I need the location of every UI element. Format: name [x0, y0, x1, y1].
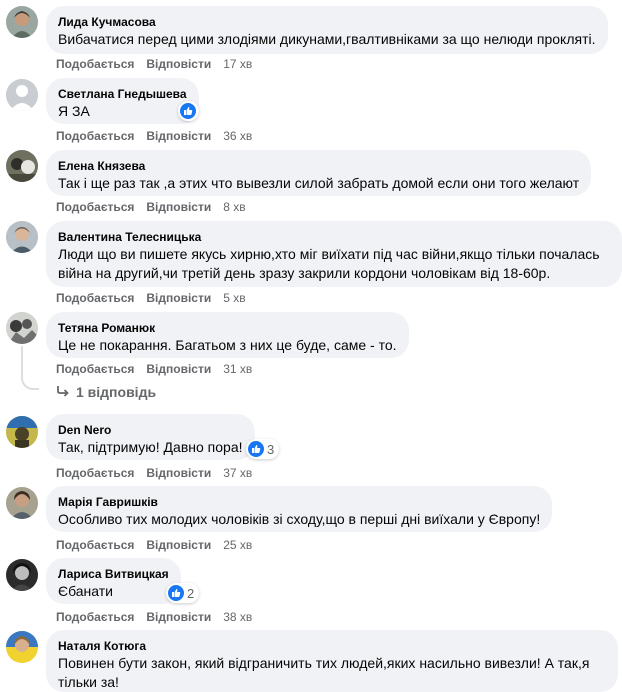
reply-button[interactable]: Відповісти	[146, 610, 211, 624]
like-icon	[248, 441, 264, 457]
reply-button[interactable]: Відповісти	[146, 538, 211, 552]
comment-time[interactable]: 37 хв	[223, 466, 252, 480]
comment-actions: Подобається Відповісти 36 хв	[56, 128, 252, 144]
comment-text: Люди що ви пишете якусь хирню,хто міг ви…	[58, 246, 600, 281]
like-button[interactable]: Подобається	[56, 362, 134, 376]
comment-time[interactable]: 38 хв	[223, 610, 252, 624]
comment-text: Особливо тих молодих чоловіків зі сходу,…	[58, 511, 541, 527]
avatar[interactable]	[6, 221, 38, 253]
comment-time[interactable]: 31 хв	[223, 362, 252, 376]
replies-count-label[interactable]: 1 відповідь	[76, 384, 156, 400]
comment-text: Так і ще раз так ,а этих что вывезли сил…	[58, 175, 580, 191]
comment-author[interactable]: Лариса Витвицкая	[58, 566, 169, 582]
comment-author[interactable]: Елена Князева	[58, 158, 579, 174]
like-button[interactable]: Подобається	[56, 200, 134, 214]
reply-button[interactable]: Відповісти	[146, 362, 211, 376]
comment-actions: Подобається Відповісти 31 хв	[56, 361, 252, 377]
comment-author[interactable]: Лида Кучмасова	[58, 14, 596, 30]
reaction-count: 2	[187, 585, 195, 601]
reply-button[interactable]: Відповісти	[146, 466, 211, 480]
like-button[interactable]: Подобається	[56, 291, 134, 305]
comment-bubble: Марія Гавришків Особливо тих молодих чол…	[46, 486, 553, 532]
comment-time[interactable]: 25 хв	[223, 538, 252, 552]
comment-text: Єбанати	[58, 583, 113, 599]
like-button[interactable]: Подобається	[56, 57, 134, 71]
comment-bubble: Елена Князева Так і ще раз так ,а этих ч…	[46, 150, 592, 196]
avatar[interactable]	[6, 631, 38, 663]
comment-bubble: Наталя Котюга Повинен бути закон, який в…	[46, 630, 618, 692]
comment-time[interactable]: 36 хв	[223, 129, 252, 143]
comment-actions: Подобається Відповісти 25 хв	[56, 537, 252, 553]
reply-button[interactable]: Відповісти	[146, 57, 211, 71]
reaction-summary[interactable]: 3	[246, 439, 280, 459]
comment-author[interactable]: Марія Гавришків	[58, 494, 540, 510]
thread-line	[21, 346, 23, 376]
reaction-summary[interactable]: 2	[166, 583, 200, 603]
comment-bubble: Тетяна Романюк Це не покарання. Багатьом…	[46, 312, 409, 358]
like-button[interactable]: Подобається	[56, 466, 134, 480]
avatar[interactable]	[6, 79, 38, 111]
comment-time[interactable]: 5 хв	[223, 291, 245, 305]
reply-button[interactable]: Відповісти	[146, 129, 211, 143]
comment-actions: Подобається Відповісти 5 хв	[56, 290, 246, 306]
thread-line	[21, 376, 39, 390]
like-icon	[180, 103, 196, 119]
like-button[interactable]: Подобається	[56, 610, 134, 624]
comment-bubble: Лида Кучмасова Вибачатися перед цими зло…	[46, 6, 608, 54]
comment-author[interactable]: Den Nero	[58, 422, 243, 438]
reply-arrow-icon	[56, 384, 70, 400]
like-button[interactable]: Подобається	[56, 129, 134, 143]
comment-text: Вибачатися перед цими злодіями дикунами,…	[58, 31, 596, 47]
comment-author[interactable]: Валентина Телесницька	[58, 229, 610, 245]
comment-actions: Подобається Відповісти 38 хв	[56, 609, 252, 625]
avatar[interactable]	[6, 312, 38, 344]
comment-text: Повинен бути закон, який відграничить ти…	[58, 655, 590, 690]
avatar[interactable]	[6, 150, 38, 182]
comment-actions: Подобається Відповісти 8 хв	[56, 199, 246, 215]
comment-bubble: Светлана Гнедышева Я ЗА	[46, 78, 199, 124]
avatar[interactable]	[6, 487, 38, 519]
reaction-summary[interactable]	[178, 101, 199, 121]
like-icon	[168, 585, 184, 601]
reaction-count: 3	[267, 441, 275, 457]
comment-author[interactable]: Тетяна Романюк	[58, 320, 397, 336]
comment-bubble: Лариса Витвицкая Єбанати	[46, 558, 181, 604]
comment-text: Так, підтримую! Давно пора!	[58, 439, 243, 455]
comment-author[interactable]: Наталя Котюга	[58, 638, 606, 654]
comment-bubble: Den Nero Так, підтримую! Давно пора!	[46, 414, 255, 460]
comment-time[interactable]: 8 хв	[223, 200, 245, 214]
reply-button[interactable]: Відповісти	[146, 291, 211, 305]
avatar[interactable]	[6, 416, 38, 448]
avatar[interactable]	[6, 559, 38, 591]
comment-actions: Подобається Відповісти 37 хв	[56, 465, 252, 481]
avatar[interactable]	[6, 6, 38, 38]
view-replies-link[interactable]: 1 відповідь	[56, 384, 156, 400]
reply-button[interactable]: Відповісти	[146, 200, 211, 214]
comment-text: Це не покарання. Багатьом з них це буде,…	[58, 337, 397, 353]
comment-author[interactable]: Светлана Гнедышева	[58, 86, 187, 102]
comment-time[interactable]: 17 хв	[223, 57, 252, 71]
comment-text: Я ЗА	[58, 103, 90, 119]
comment-actions: Подобається Відповісти 17 хв	[56, 56, 252, 72]
comment-bubble: Валентина Телесницька Люди що ви пишете …	[46, 221, 622, 287]
like-button[interactable]: Подобається	[56, 538, 134, 552]
